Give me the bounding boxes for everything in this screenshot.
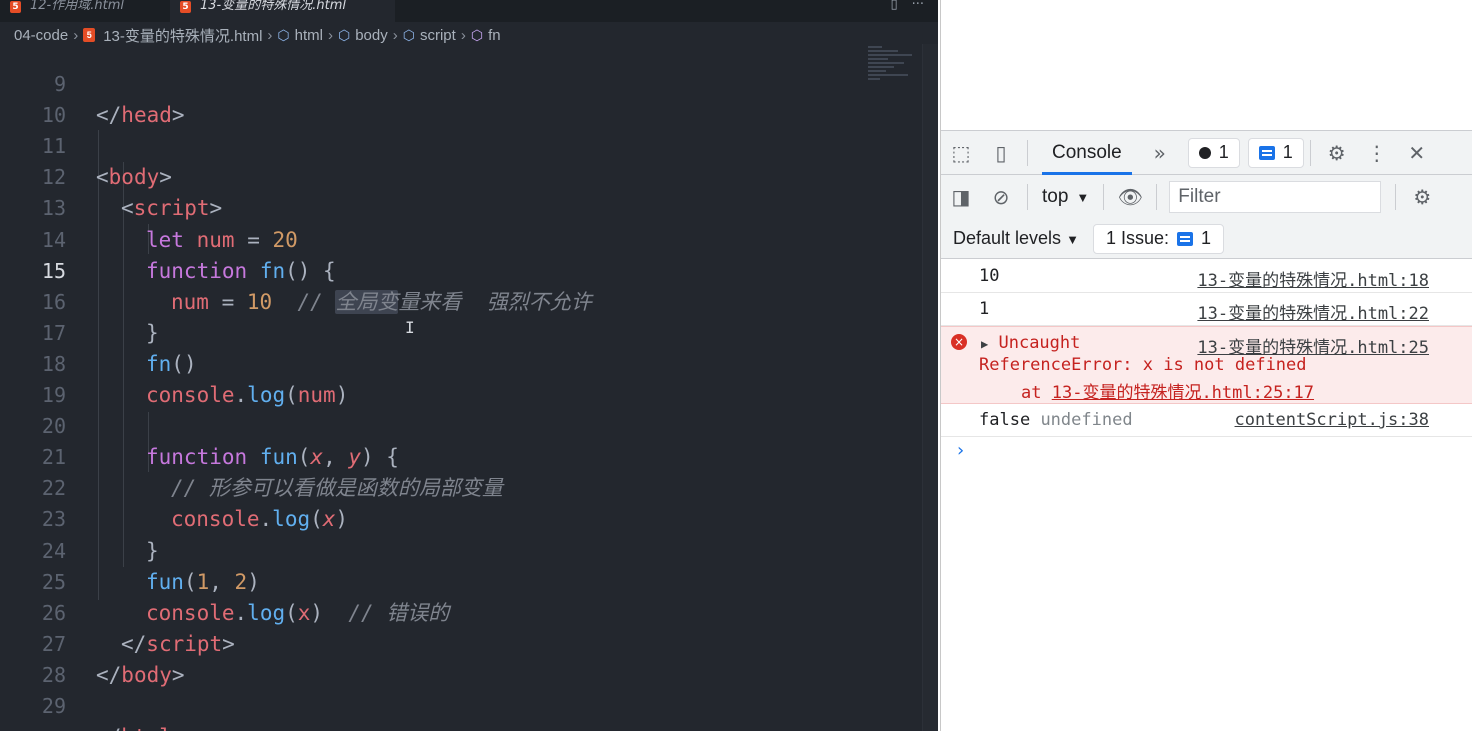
- console-message: false undefined contentScript.js:38: [941, 404, 1472, 437]
- editor-scrollbar[interactable]: [922, 44, 938, 731]
- code-line: 21 // 形参可以看做是函数的局部变量: [0, 411, 938, 500]
- chevron-double-icon[interactable]: »: [1140, 141, 1180, 165]
- stack-at: at: [1021, 383, 1042, 403]
- tab-13-variable-special[interactable]: 5 13-变量的特殊情况.html: [170, 0, 395, 22]
- code-editor[interactable]: 5 12-作用域.html 5 13-变量的特殊情况.html ▯ ··· 04…: [0, 0, 938, 731]
- stack-link[interactable]: 13-变量的特殊情况.html:25:17: [1052, 383, 1314, 403]
- levels-bar: Default levels ▼ 1 Issue: 1: [941, 219, 1472, 259]
- errors-badge[interactable]: 1: [1187, 137, 1240, 168]
- console-toolbar: ◨ ⊘ top ▼ 👁 Filter ⚙: [941, 175, 1472, 219]
- code-line: 12 <script>: [0, 131, 938, 220]
- expand-triangle-icon[interactable]: ▶: [981, 337, 988, 351]
- default-levels-dropdown[interactable]: Default levels ▼: [953, 228, 1079, 249]
- more-actions-icon[interactable]: ···: [912, 0, 924, 14]
- inspect-icon[interactable]: ⬚: [941, 141, 981, 165]
- gear-icon[interactable]: ⚙: [1402, 185, 1442, 209]
- sidebar-icon[interactable]: ◨: [941, 185, 981, 209]
- message-icon: [1258, 145, 1275, 160]
- code-token: >: [172, 725, 185, 731]
- device-icon[interactable]: ▯: [981, 141, 1021, 165]
- code-token: </: [96, 725, 121, 731]
- code-line: 24 fun(1, 2): [0, 504, 938, 594]
- code-line: 27 </body>: [0, 598, 938, 687]
- code-line: 20 function fun(x, y) {: [0, 380, 938, 469]
- console-message: 10 13-变量的特殊情况.html:18: [941, 260, 1472, 293]
- code-line: 9 </head>: [0, 38, 938, 127]
- message-text: undefined: [1040, 410, 1133, 430]
- gear-icon[interactable]: ⚙: [1317, 141, 1357, 165]
- issues-badge[interactable]: 1: [1247, 137, 1304, 168]
- code-line: 14 function fn() {: [0, 193, 938, 283]
- code-line: 11 <body>: [0, 100, 938, 189]
- error-dot-icon: [1198, 146, 1211, 159]
- tab-label: 12-作用域.html: [30, 0, 124, 13]
- dropdown-triangle-icon: ▼: [1076, 189, 1090, 205]
- message-text: false: [979, 410, 1031, 430]
- context-label: top: [1042, 186, 1069, 207]
- source-link[interactable]: 13-变量的特殊情况.html:22: [1197, 299, 1429, 324]
- code-line: 13 let num = 20: [0, 162, 938, 251]
- code-line: 17 fn(): [0, 287, 938, 376]
- code-line-active: 15 num = 10 // 全局变量来看 强烈不允许: [0, 225, 938, 314]
- source-link[interactable]: 13-变量的特殊情况.html:18: [1197, 266, 1429, 291]
- code-line: 18 console.log(num): [0, 318, 938, 407]
- split-editor-icon[interactable]: ▯: [890, 0, 897, 14]
- issues-label: 1 Issue:: [1105, 228, 1169, 248]
- context-selector[interactable]: top ▼: [1034, 186, 1097, 208]
- code-area[interactable]: 9 </head> 10 11 <body> 12 <script> 13 le…: [0, 38, 938, 731]
- uncaught-label: Uncaught: [998, 333, 1081, 353]
- code-line: 26 </script>: [0, 567, 938, 656]
- editor-tab-bar: 5 12-作用域.html 5 13-变量的特殊情况.html ▯ ···: [0, 0, 938, 22]
- tab-actions: ▯ ···: [890, 0, 924, 14]
- error-message: ReferenceError: x is not defined: [979, 355, 1307, 375]
- devtools-panel: ⬚ ▯ Console » 1 1 ⚙ ⋮ ✕ ◨ ⊘ top ▼ 👁 Filt…: [940, 0, 1472, 731]
- console-prompt[interactable]: ›: [955, 440, 966, 461]
- errors-count: 1: [1218, 142, 1229, 162]
- console-messages: 10 13-变量的特殊情况.html:18 1 13-变量的特殊情况.html:…: [941, 260, 1472, 461]
- code-line: 29 </html>: [0, 660, 938, 731]
- message-text: 10: [979, 266, 1000, 286]
- tab-12-scope[interactable]: 5 12-作用域.html: [0, 0, 160, 22]
- code-line: 28: [0, 629, 938, 687]
- html5-icon: 5: [10, 1, 21, 13]
- mouse-cursor-ibeam-icon: I: [405, 318, 415, 337]
- message-icon: [1177, 231, 1193, 246]
- line-number: 29: [41, 693, 66, 718]
- clear-icon[interactable]: ⊘: [981, 185, 1021, 209]
- devtools-toolbar: ⬚ ▯ Console » 1 1 ⚙ ⋮ ✕: [941, 130, 1472, 175]
- code-line: 19: [0, 349, 938, 407]
- source-link[interactable]: contentScript.js:38: [1235, 410, 1429, 430]
- tab-console[interactable]: Console: [1034, 131, 1140, 175]
- error-x-icon: ×: [951, 334, 967, 350]
- issues-count: 1: [1282, 142, 1293, 162]
- close-icon[interactable]: ✕: [1397, 141, 1437, 165]
- console-message: 1 13-变量的特殊情况.html:22: [941, 293, 1472, 326]
- minimap[interactable]: [868, 44, 918, 96]
- code-line: 22 console.log(x): [0, 442, 938, 531]
- issues-button[interactable]: 1 Issue: 1: [1092, 223, 1225, 254]
- code-line: 25 console.log(x) // 错误的: [0, 536, 938, 625]
- code-line: 23 }: [0, 473, 938, 562]
- code-line: 10: [0, 69, 938, 127]
- message-text: 1: [979, 299, 990, 319]
- filter-input[interactable]: Filter: [1169, 181, 1382, 213]
- issues-count: 1: [1201, 228, 1212, 248]
- browser-viewport[interactable]: [941, 0, 1472, 130]
- kebab-icon[interactable]: ⋮: [1357, 141, 1397, 165]
- console-error: × ▶ Uncaught 13-变量的特殊情况.html:25 Referenc…: [941, 326, 1472, 404]
- eye-icon[interactable]: 👁: [1110, 185, 1150, 209]
- dropdown-triangle-icon: ▼: [1066, 232, 1079, 247]
- code-line: 16 }: [0, 256, 938, 345]
- html5-icon: 5: [180, 1, 191, 13]
- tab-label: 13-变量的特殊情况.html: [200, 0, 346, 13]
- code-token: html: [121, 725, 172, 731]
